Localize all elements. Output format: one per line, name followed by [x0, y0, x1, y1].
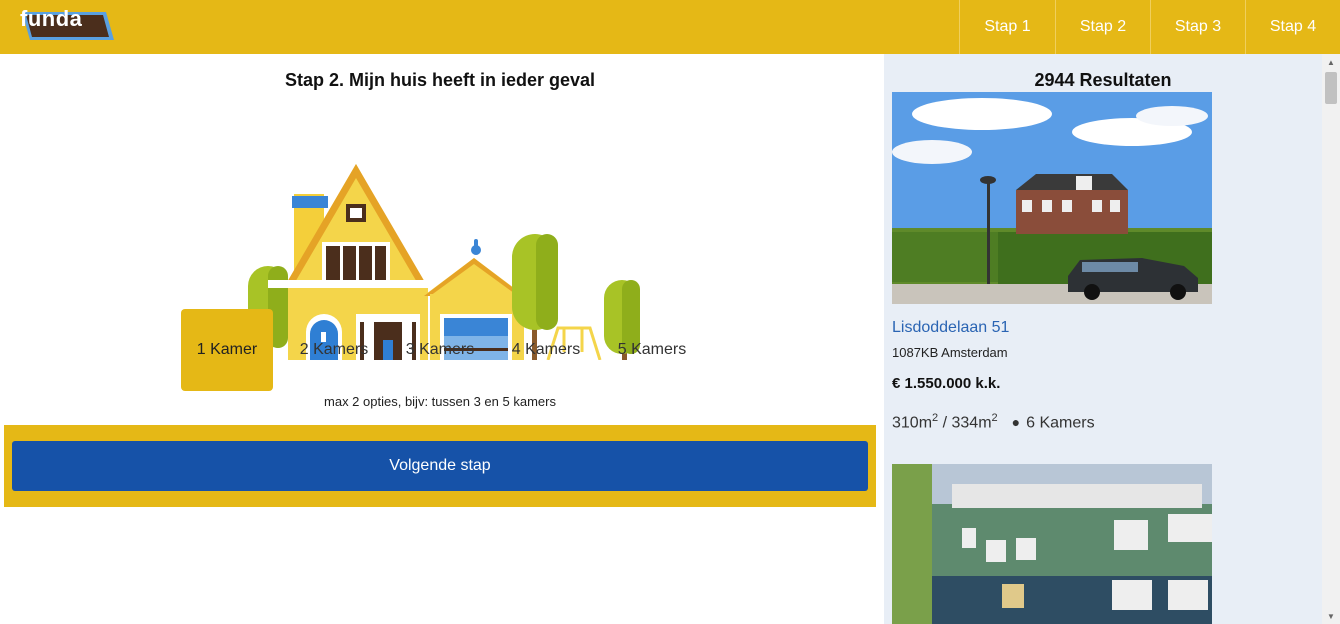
plot-area-unit: 2	[991, 412, 998, 424]
living-area: 310m	[892, 414, 933, 432]
next-step-button[interactable]: Volgende stap	[12, 441, 868, 491]
step-2-tab[interactable]: Stap 2	[1055, 0, 1150, 54]
results-sidebar: 2944 Resultaten Lisdoddelaan 51 1087KB A…	[884, 54, 1322, 624]
room-option-2[interactable]: 2 Kamers	[281, 309, 387, 391]
listing-city: 1087KB Amsterdam	[892, 345, 1008, 360]
scroll-down-arrow-icon[interactable]: ▼	[1322, 608, 1340, 624]
listing-address-link[interactable]: Lisdoddelaan 51	[892, 319, 1009, 337]
listing-price: € 1.550.000 k.k.	[892, 375, 1001, 392]
room-option-5[interactable]: 5 Kamers	[599, 309, 705, 391]
step-4-tab[interactable]: Stap 4	[1245, 0, 1340, 54]
plot-area: 334m	[951, 414, 992, 432]
scroll-up-arrow-icon[interactable]: ▲	[1322, 54, 1340, 70]
logo-text: funda	[20, 6, 83, 31]
room-options: 1 Kamer 2 Kamers 3 Kamers 4 Kamers 5 Kam…	[181, 309, 705, 391]
room-option-3[interactable]: 3 Kamers	[387, 309, 493, 391]
next-step-panel: Volgende stap	[4, 425, 876, 507]
room-option-4[interactable]: 4 Kamers	[493, 309, 599, 391]
step-1-tab[interactable]: Stap 1	[959, 0, 1055, 54]
scroll-thumb[interactable]	[1325, 72, 1337, 104]
rooms-hint: max 2 opties, bijv: tussen 3 en 5 kamers	[324, 394, 556, 409]
top-bar: funda Stap 1 Stap 2 Stap 3 Stap 4	[0, 0, 1340, 54]
page-title: Stap 2. Mijn huis heeft in ieder geval	[284, 70, 596, 90]
sidebar-scrollbar[interactable]: ▲ ▼	[1322, 54, 1340, 624]
room-option-1[interactable]: 1 Kamer	[181, 309, 273, 391]
listing-photo-2[interactable]	[892, 464, 1212, 624]
step-3-tab[interactable]: Stap 3	[1150, 0, 1245, 54]
step-nav: Stap 1 Stap 2 Stap 3 Stap 4	[959, 0, 1340, 54]
listing-rooms: 6 Kamers	[1026, 414, 1095, 432]
listing-photo[interactable]	[892, 92, 1212, 304]
main-panel: Stap 2. Mijn huis heeft in ieder geval 1…	[0, 54, 884, 624]
bullet-dot: ●	[1011, 414, 1021, 431]
area-separator: /	[938, 414, 952, 432]
results-count: 2944 Resultaten	[1034, 70, 1172, 90]
listing-specs: 310m2 / 334m2 ● 6 Kamers	[892, 412, 1095, 432]
